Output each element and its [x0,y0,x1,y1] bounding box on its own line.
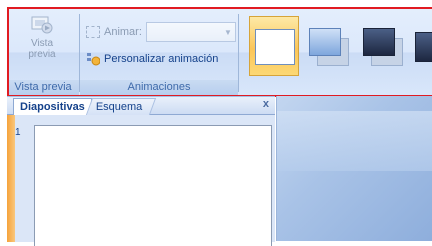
close-icon[interactable]: x [263,98,269,110]
animations-group: Animar: ▼ Personalizar animación Animaci… [80,10,238,96]
transition-cut-icon [415,32,432,62]
ribbon: Vista previa Vista previa Animar: ▼ Pers… [7,7,432,96]
transition-fade-black-front-icon [363,28,395,56]
preview-button-label-2: previa [28,49,56,60]
transition-fade-front-icon [309,28,341,56]
transition-fade-black-item[interactable] [357,16,407,76]
pane-tabs: Diapositivas Esquema x [7,97,275,115]
slide-number: 1 [15,127,21,138]
slide-editing-area[interactable] [276,96,432,241]
custom-animation-button[interactable]: Personalizar animación [86,52,218,66]
preview-button[interactable]: Vista previa [17,16,67,60]
selection-strip [7,115,15,242]
animate-label: Animar: [104,26,142,38]
transitions-gallery [239,10,432,94]
tab-outline[interactable]: Esquema [85,98,157,115]
animate-row: Animar: ▼ [86,22,236,42]
animate-icon [86,26,100,38]
slides-pane: Diapositivas Esquema x 1 [7,96,275,246]
background-sheen [277,111,432,171]
preview-group-label: Vista previa [7,80,79,95]
custom-animation-icon [86,52,101,66]
chevron-down-icon: ▼ [223,28,232,37]
transition-none-item[interactable] [249,16,299,76]
preview-button-label-1: Vista [30,38,54,49]
preview-group: Vista previa Vista previa [7,10,79,96]
preview-icon [31,16,53,34]
transition-none-icon [255,29,295,65]
transition-cut-item[interactable] [411,16,432,76]
slide-thumbnail[interactable] [34,125,272,246]
tab-slides[interactable]: Diapositivas [13,98,92,115]
animations-group-label: Animaciones [80,80,238,95]
custom-animation-label: Personalizar animación [104,53,219,65]
transition-fade-item[interactable] [303,16,353,76]
tab-outline-label: Esquema [95,101,143,113]
animate-combo[interactable]: ▼ [145,22,236,42]
